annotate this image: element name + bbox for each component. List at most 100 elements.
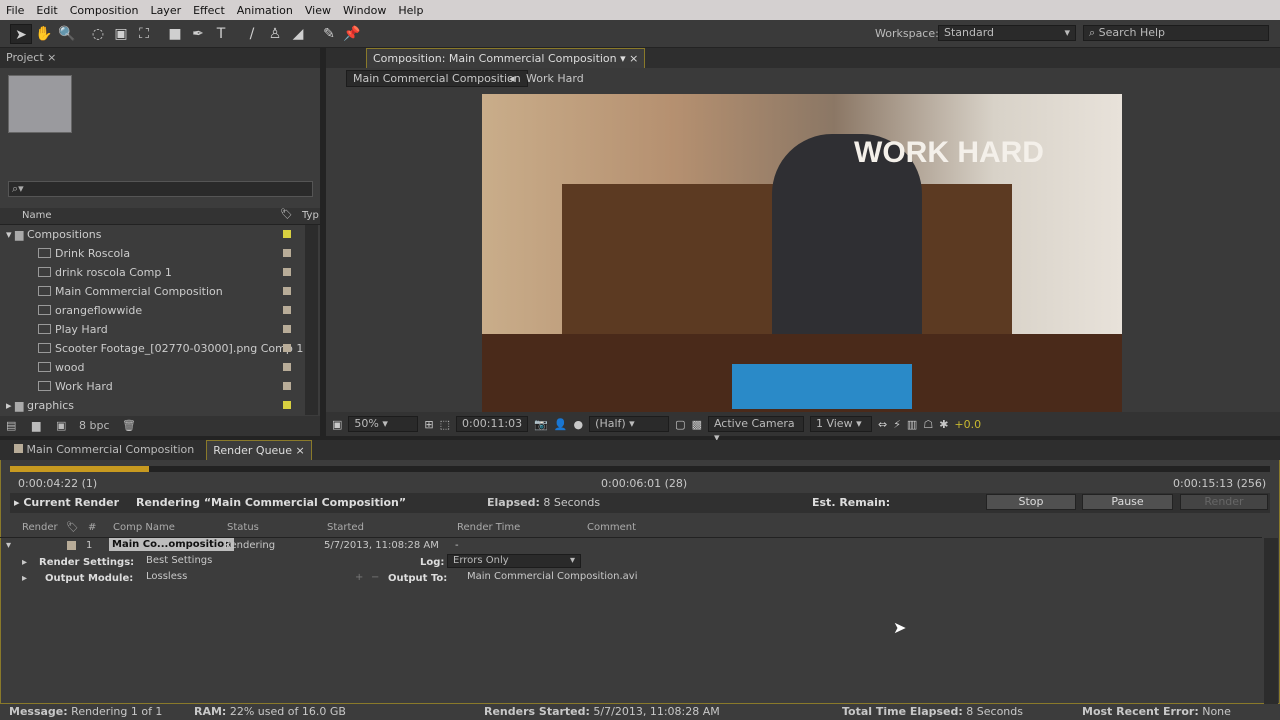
project-item[interactable]: drink roscola Comp 1 — [0, 263, 318, 282]
pixel-aspect-icon[interactable]: ⇔ — [878, 418, 887, 431]
eraser-tool-icon[interactable]: ◢ — [287, 24, 309, 44]
puppet-pin-tool-icon[interactable]: 📌 — [341, 24, 363, 44]
project-item[interactable]: Main Commercial Composition — [0, 282, 318, 301]
breadcrumb-main[interactable]: Main Commercial Composition — [346, 70, 528, 87]
col-number[interactable]: # — [88, 522, 96, 533]
exposure-reset-icon[interactable]: ✱ — [939, 418, 948, 431]
project-item[interactable]: ▾ ▆ Compositions — [0, 225, 318, 244]
hand-tool-icon[interactable]: ✋ — [33, 24, 55, 44]
fast-previews-icon[interactable]: ⚡ — [893, 418, 901, 431]
col-status[interactable]: Status — [227, 522, 259, 533]
project-item[interactable]: Work Hard — [0, 377, 318, 396]
menu-edit[interactable]: Edit — [30, 4, 63, 17]
output-module-dropdown[interactable]: Lossless — [146, 571, 187, 582]
output-to-file[interactable]: Main Commercial Composition.avi — [467, 571, 638, 582]
type-tool-icon[interactable]: T — [210, 24, 232, 44]
col-render[interactable]: Render — [22, 522, 58, 533]
menu-help[interactable]: Help — [392, 4, 429, 17]
menu-animation[interactable]: Animation — [231, 4, 299, 17]
interpret-footage-icon[interactable]: ▤ — [6, 419, 16, 432]
snapshot-icon[interactable]: 📷 — [534, 418, 548, 431]
col-comment[interactable]: Comment — [587, 522, 636, 533]
tab-composition[interactable]: Composition: Main Commercial Composition… — [366, 48, 646, 68]
label-swatch[interactable] — [283, 268, 291, 276]
flowchart-icon[interactable]: ☖ — [923, 418, 933, 431]
magnification-dropdown[interactable]: 50% ▾ — [348, 416, 419, 432]
col-started[interactable]: Started — [327, 522, 364, 533]
item-comp-name[interactable]: Main Co...omposition — [109, 538, 235, 551]
project-item[interactable]: Drink Roscola — [0, 244, 318, 263]
current-render-toggle[interactable]: ▸ Current Render — [14, 496, 119, 509]
col-comp-name[interactable]: Comp Name — [113, 522, 175, 533]
search-help-input[interactable]: ⌕ Search Help — [1083, 25, 1269, 41]
selection-tool-icon[interactable]: ➤ — [10, 23, 32, 44]
menu-file[interactable]: File — [0, 4, 30, 17]
label-swatch[interactable] — [283, 249, 291, 257]
title-safe-icon[interactable]: ⊞ — [424, 418, 433, 431]
render-button[interactable]: Render — [1180, 494, 1268, 510]
scrollbar[interactable] — [305, 225, 318, 415]
clone-stamp-tool-icon[interactable]: ♙ — [264, 24, 286, 44]
show-snapshot-icon[interactable]: 👤 — [554, 418, 568, 431]
new-comp-icon[interactable]: ▣ — [56, 419, 66, 432]
workspace-dropdown[interactable]: Standard ▾ — [938, 25, 1076, 41]
project-search-input[interactable]: ⌕▾ — [8, 181, 313, 197]
label-swatch[interactable] — [283, 344, 291, 352]
breadcrumb-work-hard[interactable]: Work Hard — [526, 72, 584, 85]
expand-toggle[interactable]: ▾ — [6, 540, 11, 551]
composition-viewer[interactable]: WORK HARD — [482, 94, 1122, 412]
column-name[interactable]: Name — [22, 210, 52, 221]
render-settings-dropdown[interactable]: Best Settings — [146, 555, 212, 566]
label-swatch[interactable] — [67, 541, 76, 550]
current-time-display[interactable]: 0:00:11:03 — [456, 416, 529, 432]
render-queue-item[interactable]: ▾ 1 Main Co...omposition Rendering 5/7/2… — [0, 538, 1262, 554]
expand-arrow-icon[interactable]: ▾ — [6, 228, 12, 241]
brush-tool-icon[interactable]: / — [241, 24, 263, 44]
add-output-icon[interactable]: + — [355, 572, 363, 583]
pen-tool-icon[interactable]: ✒ — [187, 24, 209, 44]
label-swatch[interactable] — [283, 287, 291, 295]
new-folder-icon[interactable]: ▆ — [32, 419, 40, 432]
resolution-dropdown[interactable]: (Half) ▾ — [589, 416, 670, 432]
transparency-grid-icon[interactable]: ▩ — [692, 418, 702, 431]
col-render-time[interactable]: Render Time — [457, 522, 520, 533]
render-queue-scrollbar[interactable] — [1264, 538, 1278, 704]
remove-output-icon[interactable]: − — [371, 572, 379, 583]
label-swatch[interactable] — [283, 325, 291, 333]
always-preview-icon[interactable]: ▣ — [332, 418, 342, 431]
menu-window[interactable]: Window — [337, 4, 392, 17]
roto-brush-tool-icon[interactable]: ✎ — [318, 24, 340, 44]
label-swatch[interactable] — [283, 363, 291, 371]
timeline-icon[interactable]: ▥ — [907, 418, 917, 431]
exposure-value[interactable]: +0.0 — [954, 418, 981, 431]
project-item[interactable]: Scooter Footage_[02770-03000].png Comp 1 — [0, 339, 318, 358]
view-layout-dropdown[interactable]: 1 View ▾ — [809, 416, 872, 432]
label-swatch[interactable] — [283, 306, 291, 314]
channel-icon[interactable]: ● — [574, 418, 584, 431]
log-dropdown[interactable]: Errors Only ▾ — [447, 554, 581, 568]
region-of-interest-icon[interactable]: ▢ — [675, 418, 685, 431]
label-swatch[interactable] — [283, 230, 291, 238]
menu-effect[interactable]: Effect — [187, 4, 231, 17]
stop-button[interactable]: Stop — [986, 494, 1076, 510]
project-item[interactable]: Play Hard — [0, 320, 318, 339]
bpc-toggle[interactable]: 8 bpc — [79, 419, 110, 432]
project-item[interactable]: wood — [0, 358, 318, 377]
menu-composition[interactable]: Composition — [64, 4, 145, 17]
menu-view[interactable]: View — [299, 4, 337, 17]
rotate-tool-icon[interactable]: ◌ — [87, 24, 109, 44]
project-item[interactable]: orangeflowwide — [0, 301, 318, 320]
menu-layer[interactable]: Layer — [144, 4, 187, 17]
camera-dropdown[interactable]: Active Camera ▾ — [707, 416, 804, 444]
zoom-tool-icon[interactable]: 🔍 — [56, 24, 78, 44]
mask-visibility-icon[interactable]: ⬚ — [440, 418, 450, 431]
tab-main-comp-timeline[interactable]: Main Commercial Composition — [8, 440, 200, 460]
camera-tool-icon[interactable]: ▣ — [110, 24, 132, 44]
label-swatch[interactable] — [283, 382, 291, 390]
trash-icon[interactable]: 🗑 — [122, 419, 136, 432]
tab-render-queue[interactable]: Render Queue × — [206, 440, 312, 460]
tab-project[interactable]: Project × — [0, 48, 62, 68]
expand-arrow-icon[interactable]: ▸ — [6, 399, 12, 412]
pause-button[interactable]: Pause — [1082, 494, 1173, 510]
label-swatch[interactable] — [283, 401, 291, 409]
